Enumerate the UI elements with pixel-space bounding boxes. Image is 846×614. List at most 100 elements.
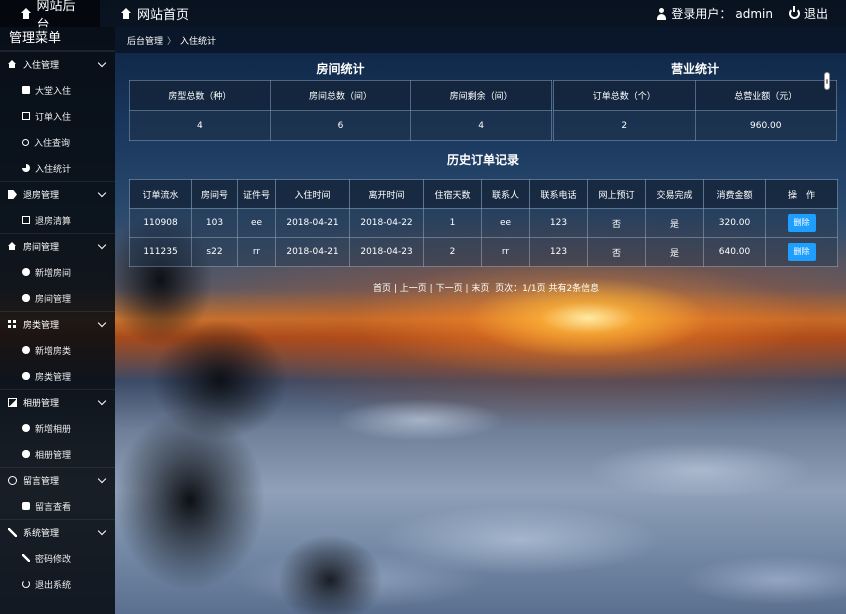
business-stats-header: 总营业额（元） [694,80,837,111]
sidebar-group-label: 系统管理 [23,529,60,539]
table-cell: 2018-04-22 [349,208,424,238]
edit-icon [22,216,30,224]
top-bar: 网站后台 网站首页 登录用户： admin 退出 [0,0,846,33]
image-icon [8,398,17,407]
breadcrumb-current: 入住统计 [180,36,217,47]
delete-button[interactable]: 删除 [787,214,816,232]
orders-header-cell: 离开时间 [349,179,424,209]
plus-circle-icon [22,346,30,354]
sidebar-item[interactable]: 退房清算 [0,207,115,233]
sidebar-item[interactable]: 留言查看 [0,493,115,519]
table-cell: 否 [587,237,646,267]
sidebar-item-label: 退出系统 [35,580,72,591]
sidebar-item[interactable]: 密码修改 [0,545,115,571]
sidebar-item-label: 订单入住 [35,112,72,123]
pager-info: 页次：1/1页 共有2条信息 [495,284,600,294]
sidebar-item-label: 房类管理 [35,372,72,383]
username: admin [735,6,773,21]
sidebar-group-0[interactable]: 入住管理 [0,51,115,77]
room-stats-table: 房型总数（种） 房间总数（间） 房间剩余（间） 4 6 4 [129,80,552,141]
orders-header-cell: 交易完成 [645,179,704,209]
sidebar-group-3[interactable]: 房类管理 [0,311,115,337]
pager-last[interactable]: 末页 [471,284,489,294]
table-row: 110908 103 ee 2018-04-21 2018-04-22 1 ee 123 否是 3… [129,208,838,238]
pagination: 首页 | 上一页 | 下一页 | 末页 页次：1/1页 共有2条信息 [373,284,600,294]
tab-admin[interactable]: 网站后台 [0,0,100,33]
main-content: 房间统计 营业统计 房型总数（种） 房间总数（间） 房间剩余（间） 4 6 4 … [115,53,846,614]
room-stats-header: 房间总数（间） [269,80,412,111]
power-icon[interactable] [788,6,800,19]
wrench-icon [22,554,30,562]
wrench-icon [8,528,17,537]
tab-site-home[interactable]: 网站首页 [100,0,203,27]
house-icon [8,242,17,251]
breadcrumb-root[interactable]: 后台管理 [127,34,163,47]
tab-site-home-label: 网站首页 [137,8,190,23]
grid-icon [8,320,17,329]
orders-header-cell: 联系电话 [529,179,588,209]
pager-prev[interactable]: 上一页 [400,284,427,294]
orders-header-cell: 订单流水 [129,179,192,209]
room-type-count: 4 [129,110,271,141]
sidebar-group-6[interactable]: 系统管理 [0,519,115,545]
sidebar-group-5[interactable]: 留言管理 [0,467,115,493]
sidebar-item[interactable]: 新增房间 [0,259,115,285]
sidebar: 管理菜单 入住管理 大堂入住 订单入住 入住查询 入住统计 退房管理 退房清算 房间管理 新增房… [0,27,115,614]
sidebar-item[interactable]: 大堂入住 [0,77,115,103]
sidebar-item[interactable]: 入住查询 [0,129,115,155]
table-cell: ee [237,208,276,238]
sidebar-group-2[interactable]: 房间管理 [0,233,115,259]
comment-icon [8,476,17,485]
table-cell: 123 [529,237,588,267]
sidebar-item[interactable]: 房间管理 [0,285,115,311]
pager-next[interactable]: 下一页 [436,284,463,294]
action-cell: 删除 [765,208,838,238]
sidebar-item[interactable]: 新增房类 [0,337,115,363]
order-total-count: 2 [553,110,696,141]
table-cell: 是 [645,237,704,267]
sidebar-group-label: 退房管理 [23,191,60,201]
orders-header-cell: 证件号 [237,179,276,209]
table-cell: 2018-04-21 [275,208,350,238]
table-cell: rr [481,237,530,267]
revenue-total: 960.00 [694,110,837,141]
book-icon [22,112,30,120]
sidebar-item-label: 入住统计 [35,164,72,175]
sidebar-item[interactable]: 入住统计 [0,155,115,181]
sidebar-group-1[interactable]: 退房管理 [0,181,115,207]
sidebar-item[interactable]: 订单入住 [0,103,115,129]
sidebar-group-label: 留言管理 [23,477,60,487]
logout-link[interactable]: 退出 [804,5,828,22]
chevron-down-icon [97,58,107,68]
user-label: 登录用户： [671,7,732,21]
table-cell: 是 [645,208,704,238]
sidebar-item[interactable]: 相册管理 [0,441,115,467]
gear-icon [22,450,30,458]
table-row: 111235 s22 rr 2018-04-21 2018-04-23 2 rr 123 否是 6… [129,237,838,267]
sidebar-item[interactable]: 房类管理 [0,363,115,389]
sidebar-item-label: 密码修改 [35,554,72,565]
delete-button[interactable]: 删除 [787,243,816,261]
gear-icon [22,372,30,380]
orders-header-cell: 消费金额 [703,179,766,209]
action-cell: 删除 [765,237,838,267]
business-stats-header: 订单总数（个） [553,80,696,111]
gear-icon [22,294,30,302]
table-cell: 111235 [129,237,192,267]
sidebar-item-label: 新增相册 [35,424,72,435]
table-cell: 1 [423,208,482,238]
sidebar-item[interactable]: 新增相册 [0,415,115,441]
table-cell: 640.00 [703,237,766,267]
pager-first[interactable]: 首页 [373,284,391,294]
room-stats-header: 房间剩余（间） [410,80,552,111]
table-cell: 否 [587,208,646,238]
business-stats-value-row: 2 960.00 [553,110,837,141]
room-stats-header: 房型总数（种） [129,80,271,111]
scroll-indicator[interactable] [824,72,830,90]
square-icon [22,86,30,94]
sidebar-group-4[interactable]: 相册管理 [0,389,115,415]
chevron-down-icon [97,396,107,406]
house-icon [8,60,17,69]
table-cell: 123 [529,208,588,238]
sidebar-item[interactable]: 退出系统 [0,571,115,597]
